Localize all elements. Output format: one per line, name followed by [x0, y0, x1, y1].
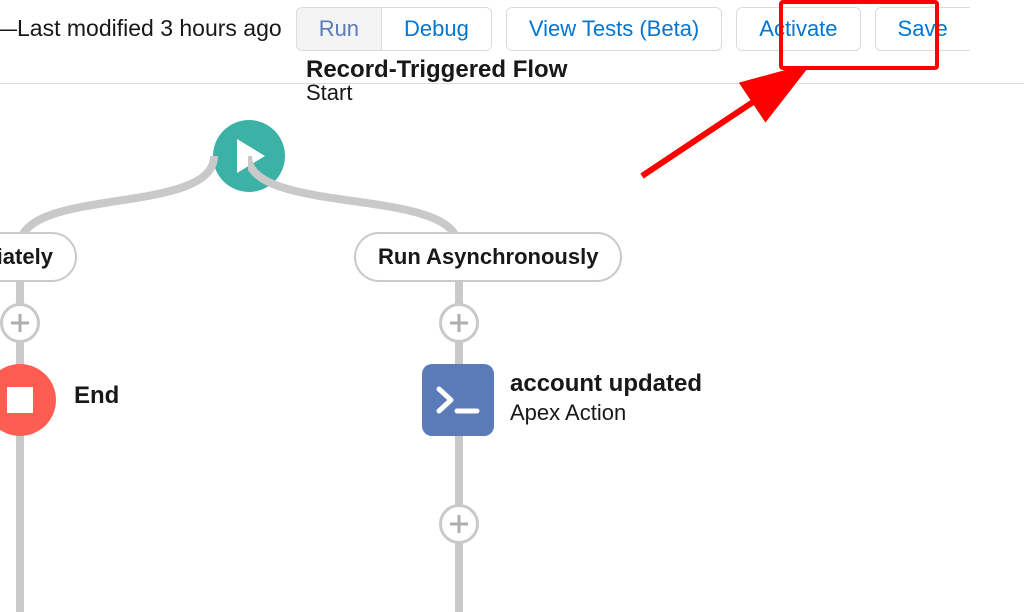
run-button[interactable]: Run [296, 7, 382, 51]
status-time: 3 hours ago [160, 15, 281, 41]
start-node-subtitle: Start [306, 80, 352, 106]
end-node-label: End [74, 382, 119, 410]
run-debug-group: Run Debug [296, 7, 492, 51]
stop-icon [7, 387, 33, 413]
plus-icon [448, 312, 470, 334]
add-element-button-right-top[interactable] [439, 303, 479, 343]
save-button[interactable]: Save [875, 7, 970, 51]
status-prefix: —Last modified [0, 15, 160, 41]
apex-action-title: account updated [510, 370, 702, 398]
add-element-button-right-bottom[interactable] [439, 504, 479, 544]
flow-canvas[interactable]: Record-Triggered Flow Start nmediately R… [0, 84, 1024, 555]
apex-action-node[interactable] [422, 364, 494, 436]
activate-button[interactable]: Activate [736, 7, 860, 51]
end-node[interactable] [0, 364, 56, 436]
terminal-icon [435, 385, 481, 415]
plus-icon [9, 312, 31, 334]
branch-label-immediately[interactable]: nmediately [0, 232, 77, 282]
apex-action-subtitle: Apex Action [510, 400, 626, 426]
add-element-button-left[interactable] [0, 303, 40, 343]
view-tests-button[interactable]: View Tests (Beta) [506, 7, 722, 51]
branch-label-run-asynchronously[interactable]: Run Asynchronously [354, 232, 622, 282]
last-modified-status: —Last modified 3 hours ago [0, 15, 282, 42]
plus-icon [448, 513, 470, 535]
debug-button[interactable]: Debug [382, 7, 492, 51]
